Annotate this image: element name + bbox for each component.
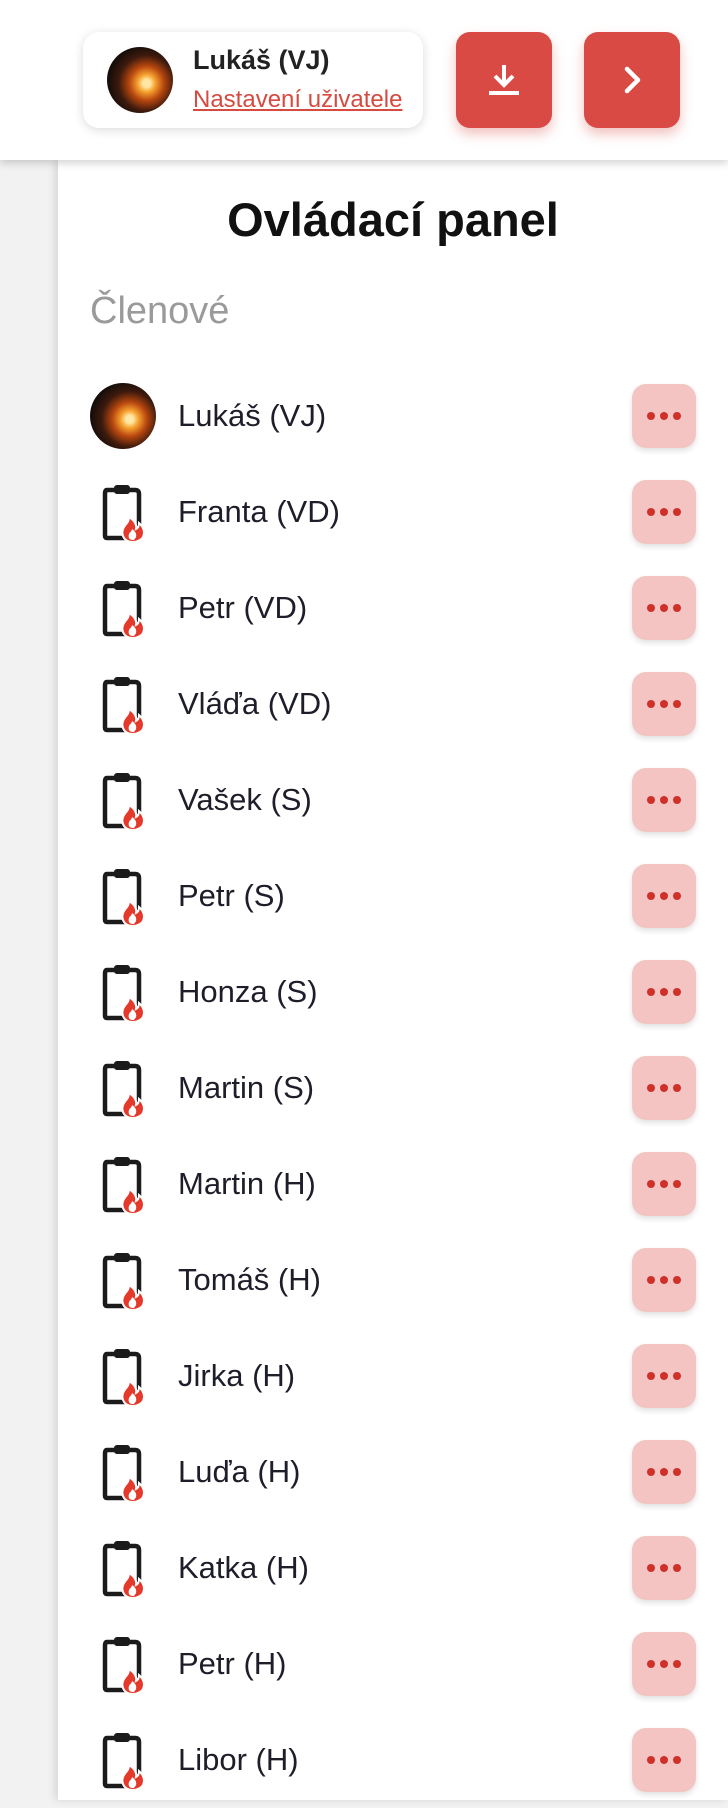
clipboard-fire-icon — [90, 1439, 156, 1505]
member-row: Honza (S) — [58, 944, 728, 1040]
member-row: Petr (S) — [58, 848, 728, 944]
more-options-button[interactable] — [632, 480, 696, 544]
download-button[interactable] — [456, 32, 552, 128]
member-name: Petr (VD) — [178, 590, 308, 625]
more-dots-icon — [647, 988, 681, 996]
more-options-button[interactable] — [632, 1536, 696, 1600]
more-dots-icon — [647, 1180, 681, 1188]
member-row: Petr (H) — [58, 1616, 728, 1712]
member-name: Petr (H) — [178, 1646, 287, 1681]
more-options-button[interactable] — [632, 576, 696, 640]
more-dots-icon — [647, 892, 681, 900]
member-row: Katka (H) — [58, 1520, 728, 1616]
member-row: Martin (H) — [58, 1136, 728, 1232]
user-settings-link[interactable]: Nastavení uživatele — [193, 84, 402, 116]
user-card: Lukáš (VJ) Nastavení uživatele — [83, 32, 423, 128]
member-row: Vašek (S) — [58, 752, 728, 848]
more-options-button[interactable] — [632, 1152, 696, 1216]
download-icon — [489, 65, 519, 95]
avatar-image — [90, 383, 156, 449]
more-dots-icon — [647, 1756, 681, 1764]
member-row: Martin (S) — [58, 1040, 728, 1136]
member-name: Luďa (H) — [178, 1454, 301, 1489]
more-dots-icon — [647, 604, 681, 612]
clipboard-fire-icon — [90, 767, 156, 833]
member-name: Tomáš (H) — [178, 1262, 321, 1297]
clipboard-fire-icon — [90, 671, 156, 737]
member-name: Vláďa (VD) — [178, 686, 332, 721]
clipboard-fire-icon — [90, 575, 156, 641]
member-name: Martin (S) — [178, 1070, 315, 1105]
clipboard-fire-icon — [90, 1727, 156, 1793]
more-options-button[interactable] — [632, 1248, 696, 1312]
member-name: Libor (H) — [178, 1742, 299, 1777]
member-row: Luďa (H) — [58, 1424, 728, 1520]
more-dots-icon — [647, 1084, 681, 1092]
clipboard-fire-icon — [90, 1151, 156, 1217]
chevron-right-icon — [624, 66, 641, 94]
more-options-button[interactable] — [632, 1056, 696, 1120]
more-options-button[interactable] — [632, 1440, 696, 1504]
more-dots-icon — [647, 700, 681, 708]
more-options-button[interactable] — [632, 1344, 696, 1408]
more-options-button[interactable] — [632, 1632, 696, 1696]
more-options-button[interactable] — [632, 768, 696, 832]
clipboard-fire-icon — [90, 1343, 156, 1409]
next-button[interactable] — [584, 32, 680, 128]
member-row: Jirka (H) — [58, 1328, 728, 1424]
clipboard-fire-icon — [90, 479, 156, 545]
member-name: Vašek (S) — [178, 782, 312, 817]
top-bar: Lukáš (VJ) Nastavení uživatele — [0, 0, 728, 160]
user-name: Lukáš (VJ) — [193, 45, 330, 75]
members-heading: Členové — [90, 290, 230, 332]
clipboard-fire-icon — [90, 1247, 156, 1313]
member-row: Vláďa (VD) — [58, 656, 728, 752]
more-dots-icon — [647, 1660, 681, 1668]
more-dots-icon — [647, 412, 681, 420]
clipboard-fire-icon — [90, 1055, 156, 1121]
more-options-button[interactable] — [632, 864, 696, 928]
clipboard-fire-icon — [90, 1535, 156, 1601]
more-dots-icon — [647, 508, 681, 516]
more-options-button[interactable] — [632, 960, 696, 1024]
avatar — [107, 47, 173, 113]
more-options-button[interactable] — [632, 384, 696, 448]
member-row: Petr (VD) — [58, 560, 728, 656]
more-options-button[interactable] — [632, 1728, 696, 1792]
clipboard-fire-icon — [90, 863, 156, 929]
member-name: Petr (S) — [178, 878, 285, 913]
more-dots-icon — [647, 796, 681, 804]
member-name: Franta (VD) — [178, 494, 340, 529]
avatar — [90, 383, 156, 449]
member-row: Lukáš (VJ) — [58, 368, 728, 464]
control-panel: Ovládací panel Členové Lukáš (VJ) Franta… — [58, 160, 728, 1800]
more-dots-icon — [647, 1564, 681, 1572]
page-title: Ovládací panel — [227, 193, 559, 246]
member-name: Katka (H) — [178, 1550, 309, 1585]
more-dots-icon — [647, 1468, 681, 1476]
clipboard-fire-icon — [90, 1631, 156, 1697]
member-row: Libor (H) — [58, 1712, 728, 1808]
more-options-button[interactable] — [632, 672, 696, 736]
member-name: Lukáš (VJ) — [178, 398, 327, 433]
member-row: Tomáš (H) — [58, 1232, 728, 1328]
more-dots-icon — [647, 1372, 681, 1380]
member-name: Jirka (H) — [178, 1358, 296, 1393]
clipboard-fire-icon — [90, 959, 156, 1025]
member-row: Franta (VD) — [58, 464, 728, 560]
member-name: Martin (H) — [178, 1166, 316, 1201]
member-name: Honza (S) — [178, 974, 318, 1009]
more-dots-icon — [647, 1276, 681, 1284]
